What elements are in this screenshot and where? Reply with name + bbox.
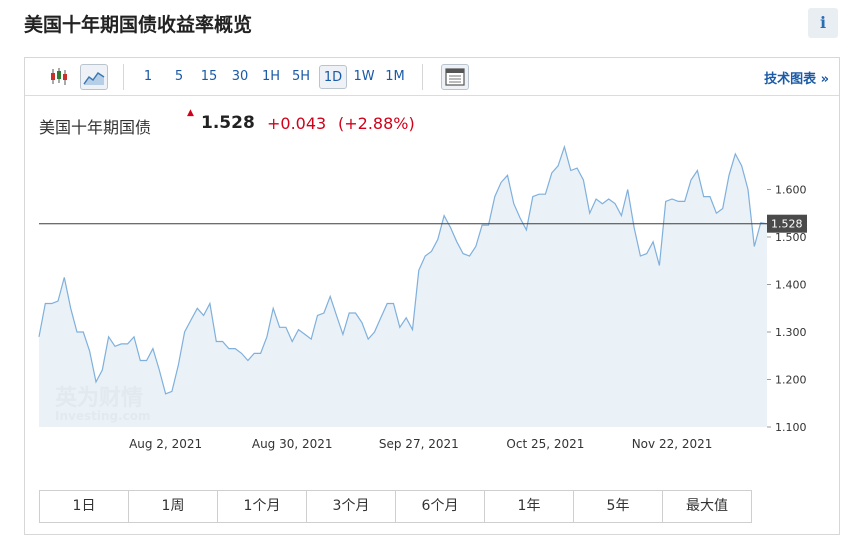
x-tick-label: Nov 22, 2021 [632, 437, 713, 451]
yield-chart[interactable]: 英为财情Investing.com1.1001.2001.3001.4001.5… [25, 58, 839, 478]
x-tick-label: Aug 30, 2021 [252, 437, 333, 451]
y-tick-label: 1.300 [775, 326, 807, 339]
range-6m[interactable]: 6个月 [396, 491, 485, 522]
info-button[interactable]: i [808, 8, 838, 38]
chart-widget: 1 5 15 30 1H 5H 1D 1W 1M 技术图表 » 美国十年期国债 … [24, 57, 840, 535]
range-selector: 1日 1周 1个月 3个月 6个月 1年 5年 最大值 [39, 490, 752, 523]
page-title: 美国十年期国债收益率概览 [24, 14, 253, 36]
range-5y[interactable]: 5年 [574, 491, 663, 522]
last-price-label: 1.528 [771, 218, 803, 231]
y-tick-label: 1.200 [775, 374, 807, 387]
range-1y[interactable]: 1年 [485, 491, 574, 522]
range-max[interactable]: 最大值 [663, 491, 751, 522]
range-1d[interactable]: 1日 [40, 491, 129, 522]
range-3m[interactable]: 3个月 [307, 491, 396, 522]
y-tick-label: 1.100 [775, 421, 807, 434]
range-1w[interactable]: 1周 [129, 491, 218, 522]
x-tick-label: Oct 25, 2021 [506, 437, 584, 451]
x-tick-label: Aug 2, 2021 [129, 437, 202, 451]
y-tick-label: 1.600 [775, 184, 807, 197]
range-1m[interactable]: 1个月 [218, 491, 307, 522]
y-tick-label: 1.500 [775, 231, 807, 244]
x-tick-label: Sep 27, 2021 [379, 437, 459, 451]
y-tick-label: 1.400 [775, 279, 807, 292]
